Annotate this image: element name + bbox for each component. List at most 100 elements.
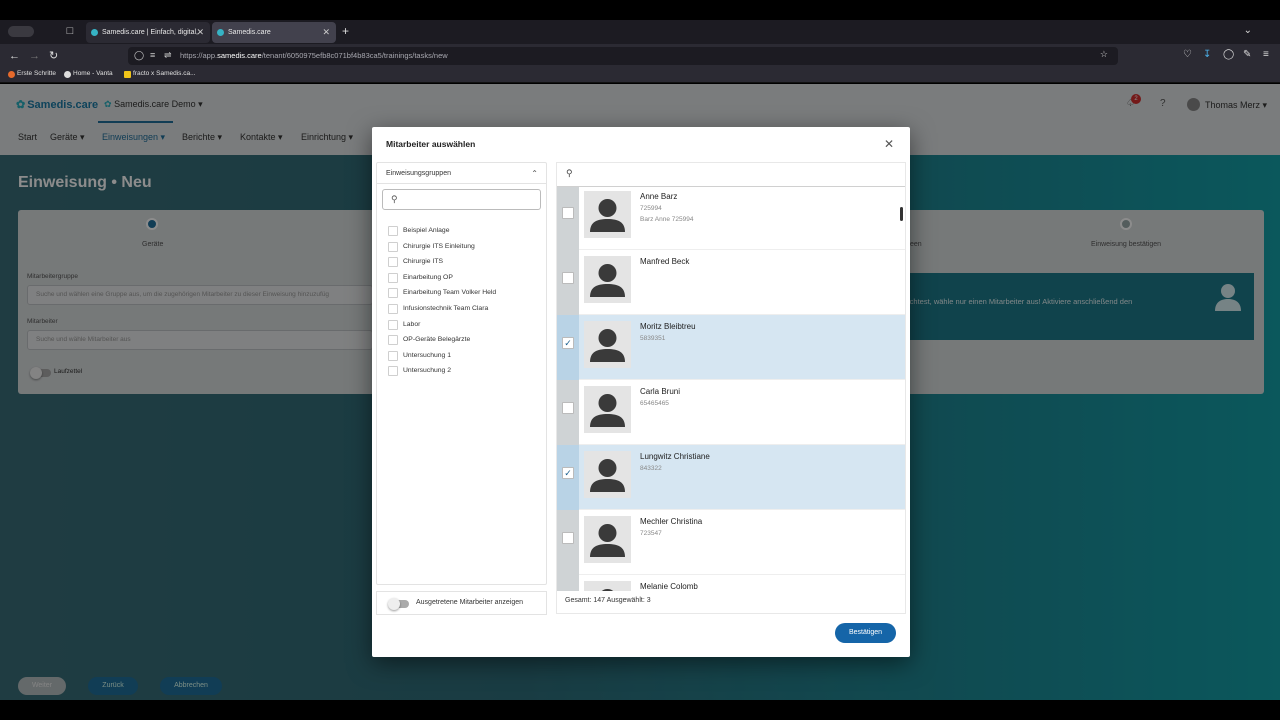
url-bar[interactable]: ◯ ≡ ⇌ https://app.samedis.care/tenant/60… <box>128 47 1118 65</box>
employee-id: 5839351 <box>640 335 666 342</box>
bookmark-item[interactable]: fracto x Samedis.ca... <box>124 70 196 78</box>
search-icon: ⚲ <box>391 194 398 204</box>
list-item[interactable]: Untersuchung 1 <box>377 348 546 364</box>
shield-icon[interactable]: ◯ <box>134 50 144 61</box>
pocket-icon[interactable]: ♡ <box>1183 49 1192 60</box>
checkbox[interactable] <box>388 226 398 236</box>
employee-name: Mechler Christina <box>640 517 703 526</box>
tab-list-icon[interactable]: ⌄ <box>1244 25 1252 36</box>
menu-icon[interactable]: ≡ <box>1263 49 1269 60</box>
url-text[interactable]: https://app.samedis.care/tenant/6050975e… <box>180 51 448 60</box>
checkbox[interactable] <box>388 241 398 252</box>
vanta-icon <box>64 71 71 78</box>
employee-search-input[interactable]: ⚲ <box>557 163 905 187</box>
scrollbar[interactable] <box>900 207 903 221</box>
employees-panel: ⚲ Anne Barz 725994 Barz Anne 725994 Manfred… <box>556 162 906 614</box>
employee-row[interactable]: Anne Barz 725994 Barz Anne 725994 <box>557 187 905 250</box>
checkbox[interactable] <box>388 303 398 314</box>
employee-id: 725994 <box>640 205 662 212</box>
employee-name: Carla Bruni <box>640 387 681 396</box>
close-tab-icon[interactable]: ✕ <box>196 22 204 43</box>
extensions-icon[interactable]: ✎ <box>1243 49 1251 60</box>
former-employees-toggle-row: Ausgetretene Mitarbeiter anzeigen <box>376 591 547 615</box>
reload-icon[interactable]: ↻ <box>49 49 58 63</box>
browser-nav-bar: ← → ↻ ◯ ≡ ⇌ https://app.samedis.care/ten… <box>0 44 1280 68</box>
close-tab-icon[interactable]: ✕ <box>322 22 330 43</box>
downloads-icon[interactable]: ↧ <box>1203 49 1211 60</box>
employee-list: Anne Barz 725994 Barz Anne 725994 Manfred B… <box>557 187 905 591</box>
search-icon: ⚲ <box>566 168 573 178</box>
avatar <box>584 191 631 238</box>
bookmark-item[interactable]: Home - Vanta <box>64 70 113 78</box>
employee-id: 723547 <box>640 530 662 537</box>
person-icon <box>590 199 625 232</box>
person-icon <box>590 394 625 427</box>
groups-panel: Einweisungsgruppen ⌃ ⚲ Beispiel Anlage C… <box>376 162 547 585</box>
list-item[interactable]: Einarbeitung Team Volker Held <box>377 285 546 301</box>
checkbox[interactable] <box>562 532 574 544</box>
checkbox[interactable] <box>388 257 398 268</box>
browser-tab-1[interactable]: Samedis.care | Einfach, digital, · ✕ <box>86 22 210 43</box>
lock-icon[interactable]: ⇌ <box>164 50 172 61</box>
account-icon[interactable]: ◯ <box>1223 49 1234 60</box>
checkbox[interactable] <box>562 272 574 284</box>
list-item[interactable]: Untersuchung 2 <box>377 363 546 379</box>
checkbox[interactable]: ✓ <box>562 467 574 479</box>
list-item[interactable]: OP-Geräte Belegärzte <box>377 332 546 348</box>
checkbox[interactable] <box>388 272 398 283</box>
former-employees-toggle[interactable] <box>388 598 409 610</box>
list-item[interactable]: Beispiel Anlage <box>377 223 546 239</box>
list-item[interactable]: Labor <box>377 317 546 333</box>
list-item[interactable]: Einarbeitung OP <box>377 270 546 286</box>
close-icon[interactable]: ✕ <box>884 137 894 151</box>
employee-id: 843322 <box>640 465 662 472</box>
employee-extra: Barz Anne 725994 <box>640 216 694 223</box>
employee-name: Moritz Bleibtreu <box>640 322 696 331</box>
employee-name: Melanie Colomb <box>640 582 698 591</box>
dialog-title: Mitarbeiter auswählen <box>386 139 476 149</box>
avatar <box>584 321 631 368</box>
list-item[interactable]: Chirurgie ITS <box>377 254 546 270</box>
back-icon[interactable]: ← <box>9 49 20 63</box>
permissions-icon[interactable]: ≡ <box>150 50 155 60</box>
list-item[interactable]: Infusionstechnik Team Clara <box>377 301 546 317</box>
tab-overview-button[interactable] <box>8 26 34 37</box>
employee-name: Anne Barz <box>640 192 678 201</box>
container-icon[interactable]: □ <box>64 25 76 37</box>
checkbox[interactable] <box>388 366 398 377</box>
forward-icon[interactable]: → <box>29 49 40 63</box>
employee-row[interactable]: Manfred Beck <box>557 250 905 315</box>
list-item[interactable]: Chirurgie ITS Einleitung <box>377 239 546 255</box>
checkbox[interactable] <box>562 402 574 414</box>
employee-row[interactable]: Carla Bruni 65465465 <box>557 380 905 445</box>
bookmark-item[interactable]: Erste Schritte <box>8 70 56 78</box>
group-search-input[interactable]: ⚲ <box>382 189 541 210</box>
selection-summary: Gesamt: 147 Ausgewählt: 3 <box>565 597 651 604</box>
browser-tab-2[interactable]: Samedis.care ✕ <box>212 22 336 43</box>
person-icon <box>590 329 625 362</box>
favicon-icon <box>217 29 224 36</box>
checkbox[interactable] <box>562 207 574 219</box>
checkbox[interactable] <box>388 350 398 361</box>
new-tab-icon[interactable]: + <box>342 24 349 38</box>
firefox-icon <box>8 71 15 78</box>
groups-accordion-header[interactable]: Einweisungsgruppen ⌃ <box>377 163 546 184</box>
checkbox[interactable] <box>388 288 398 299</box>
employee-row[interactable]: Melanie Colomb <box>557 575 905 591</box>
tab-title: Samedis.care <box>228 29 271 36</box>
employee-row[interactable]: ✓ Moritz Bleibtreu 5839351 <box>557 315 905 380</box>
checkbox[interactable] <box>388 335 398 346</box>
employee-id: 65465465 <box>640 400 669 407</box>
browser-tab-bar: □ Samedis.care | Einfach, digital, · ✕ S… <box>0 20 1280 44</box>
bookmarks-bar: Erste Schritte Home - Vanta fracto x Sam… <box>0 68 1280 83</box>
confirm-button[interactable]: Bestätigen <box>835 623 896 643</box>
employee-row[interactable]: Mechler Christina 723547 <box>557 510 905 575</box>
bookmark-star-icon[interactable]: ☆ <box>1100 49 1108 60</box>
tab-title: Samedis.care | Einfach, digital, · <box>102 29 203 36</box>
checkbox[interactable] <box>388 319 398 330</box>
employee-row[interactable]: ✓ Lungwitz Christiane 843322 <box>557 445 905 510</box>
chevron-up-icon: ⌃ <box>531 169 538 178</box>
checkbox[interactable]: ✓ <box>562 337 574 349</box>
row-rail <box>557 575 579 591</box>
person-icon <box>601 589 614 591</box>
